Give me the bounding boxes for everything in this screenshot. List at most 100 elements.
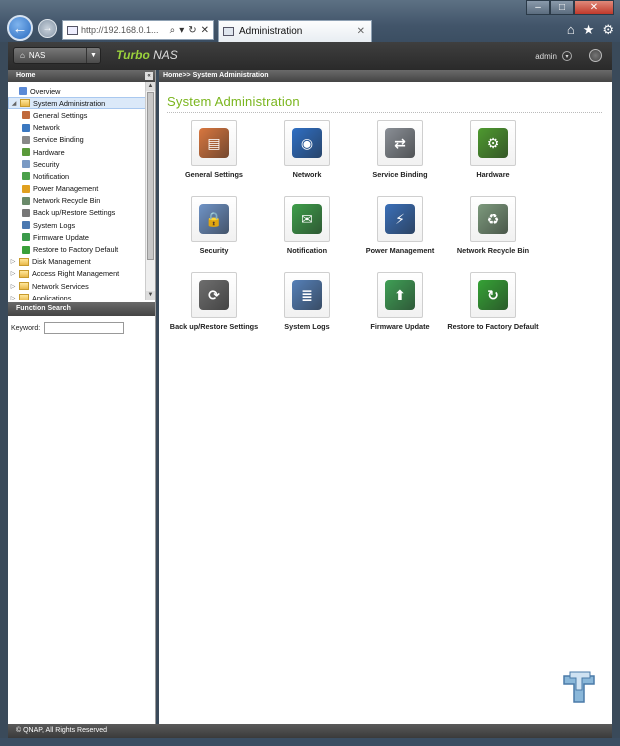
firmware-update-icon [22, 233, 30, 242]
tile-icon-box[interactable]: ⚙ [470, 120, 516, 166]
tab-page-icon [223, 27, 234, 36]
tree-item[interactable]: Restore to Factory Default [8, 243, 155, 255]
favorites-star-icon[interactable]: ★ [583, 22, 595, 38]
tree-item[interactable]: ▷ Access Right Management [8, 268, 155, 280]
minimize-button[interactable]: – [526, 0, 550, 15]
tab-close-icon[interactable]: ✕ [357, 26, 365, 37]
security-icon [22, 160, 30, 169]
folder-icon [19, 269, 29, 278]
tree-item[interactable]: Back up/Restore Settings [8, 207, 155, 219]
tree-item[interactable]: Hardware [8, 146, 155, 158]
user-menu[interactable]: admin ▾ [535, 51, 572, 61]
tile-icon-box[interactable]: ♻ [470, 196, 516, 242]
tree-item[interactable]: ◢ System Administration [8, 97, 155, 110]
settings-tile[interactable]: 🔒 Security [167, 196, 261, 256]
settings-tile[interactable]: ◉ Network [260, 120, 354, 180]
tree-scrollbar[interactable]: ▲ ▼ [145, 82, 155, 300]
service-binding-icon [22, 135, 30, 144]
settings-tile[interactable]: ▤ General Settings [167, 120, 261, 180]
browser-tab[interactable]: Administration ✕ [218, 20, 372, 42]
scroll-down-icon[interactable]: ▼ [146, 291, 155, 300]
tree-item-label: System Administration [33, 98, 106, 108]
expand-arrow-icon[interactable]: ▷ [10, 283, 16, 290]
tree-item-label: General Settings [33, 110, 88, 120]
service-binding-icon: ⇄ [385, 128, 415, 158]
expanded-arrow-icon[interactable]: ◢ [11, 100, 17, 107]
keyword-input[interactable] [44, 322, 125, 334]
settings-tile[interactable]: ⚙ Hardware [446, 120, 540, 180]
tile-label: Notification [286, 246, 328, 255]
language-globe-icon[interactable] [589, 49, 602, 62]
folder-open-icon [20, 99, 30, 108]
recycle-bin-icon [22, 196, 30, 205]
tree-item[interactable]: Notification [8, 170, 155, 182]
expand-arrow-icon[interactable]: ▷ [10, 295, 16, 300]
expand-arrow-icon[interactable]: ▷ [10, 258, 16, 265]
tree-item[interactable]: Firmware Update [8, 231, 155, 243]
tile-icon-box[interactable]: ⚡ [377, 196, 423, 242]
tree-item-label: Notification [33, 171, 70, 181]
settings-tile[interactable]: ≣ System Logs [260, 272, 354, 332]
brand-prefix: Turbo [116, 48, 150, 62]
hardware-icon [22, 148, 30, 157]
stop-icon[interactable]: ✕ [201, 25, 209, 36]
back-button[interactable]: ← [7, 15, 33, 41]
user-dropdown-icon[interactable]: ▾ [562, 51, 572, 61]
tile-icon-box[interactable]: ⟳ [191, 272, 237, 318]
tree-item[interactable]: Network [8, 122, 155, 134]
tile-icon-box[interactable]: ▤ [191, 120, 237, 166]
tree-item-label: Network [33, 123, 60, 133]
tile-icon-box[interactable]: ↻ [470, 272, 516, 318]
address-bar[interactable]: http://192.168.0.1... ⌕ ▾ ↻ ✕ [62, 20, 214, 40]
tile-label: Hardware [476, 170, 510, 179]
tree-header: Home « [8, 70, 155, 82]
nas-menu-button[interactable]: ⌂ NAS ▼ [13, 47, 101, 64]
settings-tile[interactable]: ✉ Notification [260, 196, 354, 256]
notification-icon [22, 172, 30, 181]
tile-icon-box[interactable]: ⇄ [377, 120, 423, 166]
tree-item-label: Access Right Management [32, 269, 120, 279]
tree-item[interactable]: Network Recycle Bin [8, 195, 155, 207]
tile-icon-box[interactable]: ≣ [284, 272, 330, 318]
backup-restore-icon [22, 208, 30, 217]
settings-tile[interactable]: ↻ Restore to Factory Default [446, 272, 540, 332]
settings-tile[interactable]: ⚡ Power Management [353, 196, 447, 256]
tree-item[interactable]: ▷ Applications [8, 292, 155, 300]
collapse-pane-icon[interactable]: « [145, 72, 153, 80]
settings-gear-icon[interactable]: ⚙ [602, 22, 614, 38]
tree-item[interactable]: General Settings [8, 109, 155, 121]
dropdown-icon[interactable]: ▾ [179, 25, 184, 36]
tile-icon-box[interactable]: ⬆ [377, 272, 423, 318]
tile-label: Power Management [365, 246, 435, 255]
settings-tile[interactable]: ⇄ Service Binding [353, 120, 447, 180]
settings-tile[interactable]: ⟳ Back up/Restore Settings [167, 272, 261, 332]
refresh-icon[interactable]: ↻ [188, 25, 196, 36]
scroll-thumb[interactable] [147, 92, 154, 260]
firmware-update-icon: ⬆ [385, 280, 415, 310]
tree-item[interactable]: Power Management [8, 183, 155, 195]
tree-item[interactable]: ▷ Network Services [8, 280, 155, 292]
tile-icon-box[interactable]: ◉ [284, 120, 330, 166]
tree-item[interactable]: Security [8, 158, 155, 170]
close-window-button[interactable]: ✕ [574, 0, 614, 15]
tree-item[interactable]: System Logs [8, 219, 155, 231]
maximize-button[interactable]: □ [550, 0, 574, 15]
tile-label: Restore to Factory Default [447, 322, 539, 331]
tree-item[interactable]: Service Binding [8, 134, 155, 146]
browser-toolbar-icons: ⌂ ★ ⚙ [567, 22, 614, 38]
tweaktown-logo-icon [563, 671, 595, 703]
nas-button-label: NAS [28, 51, 46, 60]
tile-icon-box[interactable]: 🔒 [191, 196, 237, 242]
tile-icon-box[interactable]: ✉ [284, 196, 330, 242]
scroll-up-icon[interactable]: ▲ [146, 82, 155, 91]
expand-arrow-icon[interactable]: ▷ [10, 270, 16, 277]
settings-tile[interactable]: ♻ Network Recycle Bin [446, 196, 540, 256]
home-icon[interactable]: ⌂ [567, 22, 575, 38]
settings-tile[interactable]: ⬆ Firmware Update [353, 272, 447, 332]
forward-button[interactable]: → [38, 19, 57, 38]
tree-item-label: Disk Management [32, 257, 91, 267]
tree-item[interactable]: Overview [8, 85, 155, 97]
home-small-icon: ⌂ [20, 51, 25, 60]
tree-item[interactable]: ▷ Disk Management [8, 256, 155, 268]
search-icon[interactable]: ⌕ [170, 25, 176, 36]
